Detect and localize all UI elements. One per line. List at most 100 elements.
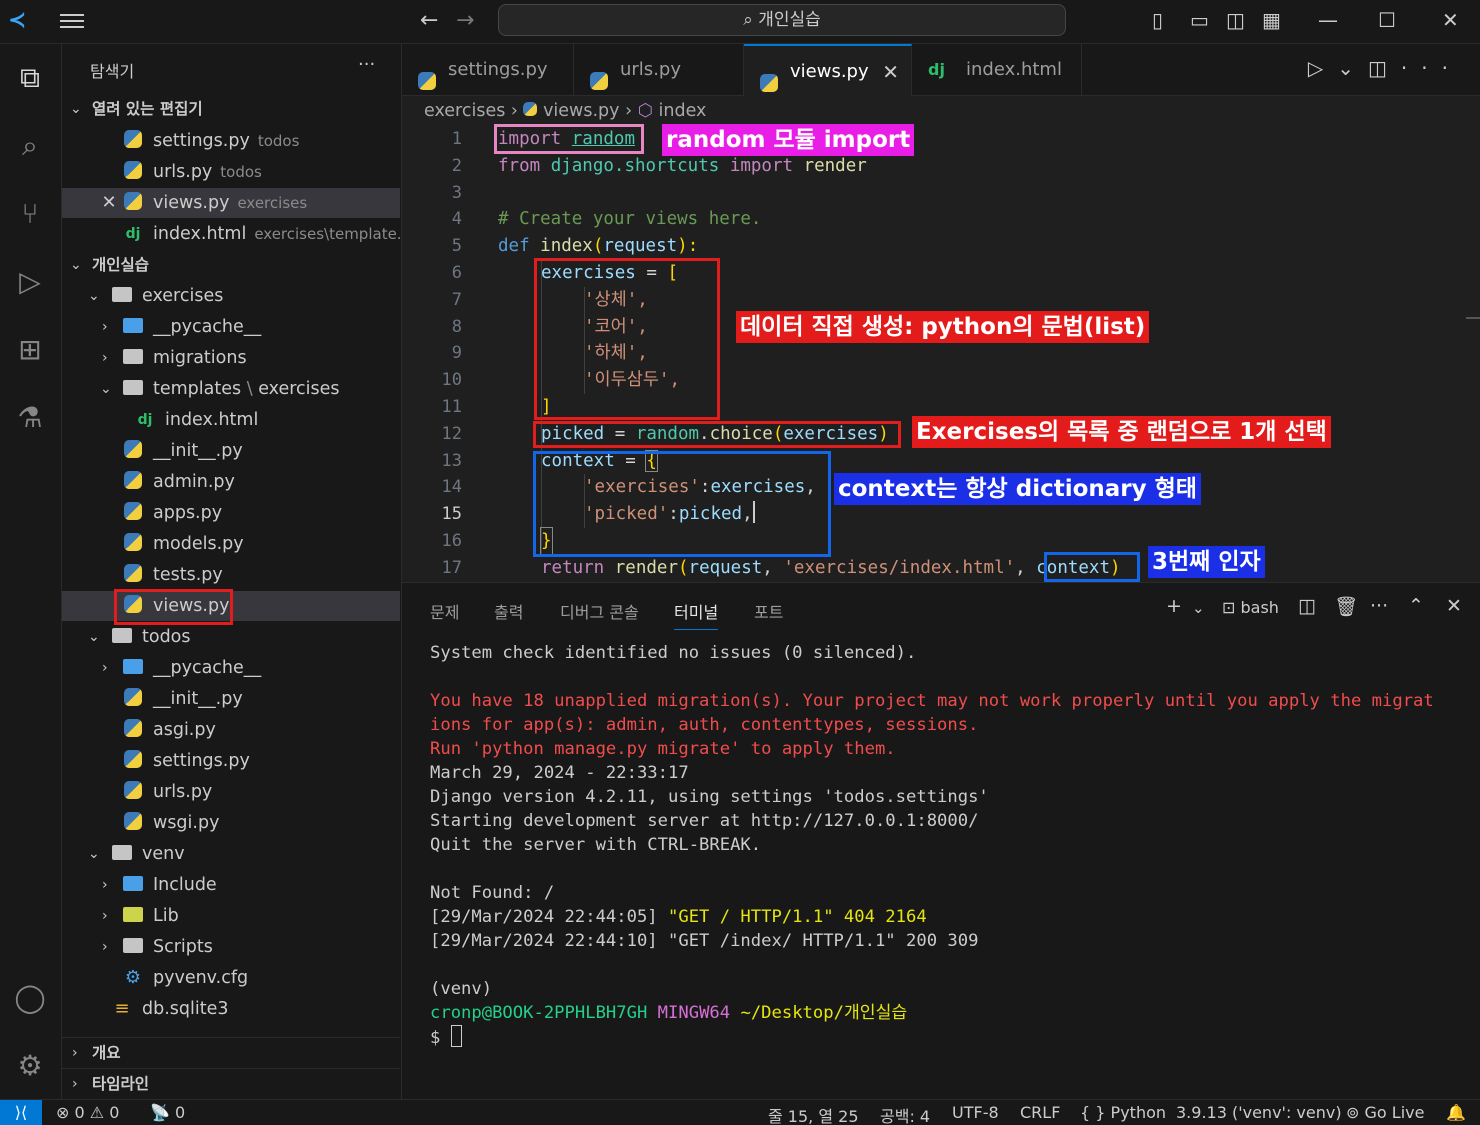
chevron-right-icon: › bbox=[510, 101, 524, 121]
timeline-section[interactable]: › 타임라인 bbox=[62, 1068, 400, 1098]
new-terminal-icon[interactable]: + bbox=[1166, 595, 1182, 617]
tab-settings[interactable]: settings.py bbox=[402, 44, 574, 96]
open-editors-section[interactable]: ⌄ 열려 있는 편집기 bbox=[62, 94, 400, 124]
account-icon[interactable]: ◯ bbox=[10, 978, 50, 1018]
search-icon[interactable]: ⌕ bbox=[10, 126, 50, 166]
breadcrumb-symbol[interactable]: index bbox=[659, 101, 707, 121]
run-icon[interactable]: ▷ bbox=[1308, 56, 1337, 80]
line-ending[interactable]: CRLF bbox=[1020, 1103, 1060, 1122]
cursor-position[interactable]: 줄 15, 열 25 bbox=[768, 1103, 859, 1125]
terminal-shell[interactable]: ⊡ bash bbox=[1222, 598, 1279, 617]
tree-file[interactable]: ⚙ pyvenv.cfg bbox=[62, 963, 400, 993]
tree-file[interactable]: wsgi.py bbox=[62, 808, 400, 838]
extensions-icon[interactable]: ⊞ bbox=[10, 330, 50, 370]
code-line-17: return render(request, 'exercises/index.… bbox=[541, 557, 1121, 578]
tree-file[interactable]: __init__.py bbox=[62, 436, 400, 466]
tab-views[interactable]: views.py ✕ bbox=[744, 44, 912, 96]
tree-folder[interactable]: › migrations bbox=[62, 343, 400, 373]
chevron-right-icon: › bbox=[102, 939, 108, 955]
tree-folder[interactable]: › __pycache__ bbox=[62, 312, 400, 342]
python-interpreter[interactable]: 3.9.13 ('venv': venv) bbox=[1176, 1103, 1342, 1122]
tree-file[interactable]: dj index.html bbox=[62, 405, 400, 435]
close-panel-icon[interactable]: ✕ bbox=[1446, 595, 1462, 617]
tree-folder[interactable]: ⌄ templates \ exercises bbox=[62, 374, 400, 404]
testing-icon[interactable]: ⚗ bbox=[10, 398, 50, 438]
tree-folder[interactable]: ⌄ exercises bbox=[62, 281, 400, 311]
run-debug-icon[interactable]: ▷ bbox=[10, 262, 50, 302]
trash-icon[interactable]: 🗑 bbox=[1334, 595, 1358, 618]
workspace-section[interactable]: ⌄ 개인실습 bbox=[62, 250, 400, 280]
source-control-icon[interactable]: ⑂ bbox=[10, 194, 50, 234]
breadcrumb-file[interactable]: views.py bbox=[543, 101, 619, 121]
tree-folder[interactable]: › Scripts bbox=[62, 932, 400, 962]
breadcrumb-folder[interactable]: exercises bbox=[424, 101, 505, 121]
close-icon[interactable]: ✕ bbox=[882, 46, 899, 98]
encoding[interactable]: UTF-8 bbox=[952, 1103, 999, 1122]
tree-label: wsgi.py bbox=[153, 813, 220, 833]
chevron-down-icon[interactable]: ⌄ bbox=[1192, 599, 1205, 617]
close-window-icon[interactable]: ✕ bbox=[1442, 8, 1459, 32]
terminal-input-line[interactable]: $ bbox=[430, 1025, 1470, 1049]
tree-file[interactable]: urls.py bbox=[62, 777, 400, 807]
tree-label: templates bbox=[153, 379, 242, 399]
toggle-sidebar-icon[interactable]: ▯ bbox=[1152, 8, 1163, 32]
explorer-icon[interactable]: ⧉ bbox=[10, 58, 50, 98]
maximize-icon[interactable]: ☐ bbox=[1378, 8, 1396, 32]
open-editor-item[interactable]: settings.py todos bbox=[62, 126, 400, 156]
code-editor[interactable]: 1 2 3 4 5 6 7 8 9 10 11 12 13 14 15 16 1… bbox=[402, 124, 1480, 582]
bell-icon[interactable]: 🔔 bbox=[1446, 1103, 1466, 1122]
tree-folder[interactable]: › __pycache__ bbox=[62, 653, 400, 683]
tab-terminal[interactable]: 터미널 bbox=[674, 599, 719, 630]
tab-output[interactable]: 출력 bbox=[494, 599, 523, 623]
remote-icon[interactable]: ⟩⟨ bbox=[0, 1100, 42, 1125]
more-actions-icon[interactable]: ··· bbox=[1370, 595, 1388, 617]
line-number: 12 bbox=[441, 423, 462, 444]
command-search-box[interactable]: ⌕ 개인실습 bbox=[498, 4, 1066, 36]
tree-folder[interactable]: ⌄ venv bbox=[62, 839, 400, 869]
tab-label: index.html bbox=[966, 59, 1062, 80]
settings-gear-icon[interactable]: ⚙ bbox=[10, 1046, 50, 1086]
go-live[interactable]: ⊚ Go Live bbox=[1346, 1103, 1424, 1122]
tab-index-html[interactable]: dj index.html bbox=[912, 44, 1082, 96]
tree-file[interactable]: asgi.py bbox=[62, 715, 400, 745]
tree-file[interactable]: tests.py bbox=[62, 560, 400, 590]
tree-file[interactable]: __init__.py bbox=[62, 684, 400, 714]
tab-problems[interactable]: 문제 bbox=[430, 599, 459, 623]
line-number: 3 bbox=[451, 182, 462, 203]
maximize-panel-icon[interactable]: ⌃ bbox=[1408, 595, 1424, 617]
terminal-output[interactable]: System check identified no issues (0 sil… bbox=[430, 641, 1470, 1049]
indentation[interactable]: 공백: 4 bbox=[880, 1103, 930, 1125]
tree-file[interactable]: ≡ db.sqlite3 bbox=[62, 994, 400, 1024]
language-mode[interactable]: { } Python bbox=[1080, 1103, 1166, 1122]
tree-folder[interactable]: › Include bbox=[62, 870, 400, 900]
outline-section[interactable]: › 개요 bbox=[62, 1037, 400, 1067]
toggle-secondary-sidebar-icon[interactable]: ◫ bbox=[1226, 8, 1245, 32]
tab-ports[interactable]: 포트 bbox=[754, 599, 783, 623]
customize-layout-icon[interactable]: ▦ bbox=[1262, 8, 1281, 32]
problems-indicator[interactable]: ⊗ 0 ⚠ 0 bbox=[56, 1103, 119, 1122]
more-actions-icon[interactable]: ··· bbox=[358, 54, 375, 75]
tree-folder[interactable]: › Lib bbox=[62, 901, 400, 931]
split-editor-icon[interactable]: ◫ bbox=[1368, 56, 1401, 80]
tree-file[interactable]: apps.py bbox=[62, 498, 400, 528]
tree-file[interactable]: models.py bbox=[62, 529, 400, 559]
chevron-down-icon: ⌄ bbox=[88, 846, 100, 862]
forward-arrow-icon[interactable]: → bbox=[456, 8, 474, 33]
toggle-panel-icon[interactable]: ▭ bbox=[1190, 8, 1209, 32]
tab-urls[interactable]: urls.py bbox=[574, 44, 744, 96]
minimize-icon[interactable]: — bbox=[1318, 8, 1338, 32]
chevron-down-icon[interactable]: ⌄ bbox=[1337, 56, 1368, 80]
tree-file[interactable]: settings.py bbox=[62, 746, 400, 776]
tree-file[interactable]: admin.py bbox=[62, 467, 400, 497]
more-actions-icon[interactable]: ··· bbox=[1401, 56, 1462, 80]
menu-icon[interactable] bbox=[60, 10, 84, 32]
ports-indicator[interactable]: 📡 0 bbox=[150, 1103, 185, 1122]
open-editor-item[interactable]: dj index.html exercises\template... bbox=[62, 219, 401, 249]
back-arrow-icon[interactable]: ← bbox=[420, 8, 438, 33]
split-terminal-icon[interactable]: ◫ bbox=[1298, 595, 1316, 617]
open-editor-item[interactable]: urls.py todos bbox=[62, 157, 400, 187]
close-icon[interactable]: ✕ bbox=[98, 192, 120, 214]
tree-folder[interactable]: ⌄ todos bbox=[62, 622, 400, 652]
tab-debug-console[interactable]: 디버그 콘솔 bbox=[560, 599, 639, 623]
open-editor-item-active[interactable]: ✕ views.py exercises bbox=[62, 188, 400, 218]
